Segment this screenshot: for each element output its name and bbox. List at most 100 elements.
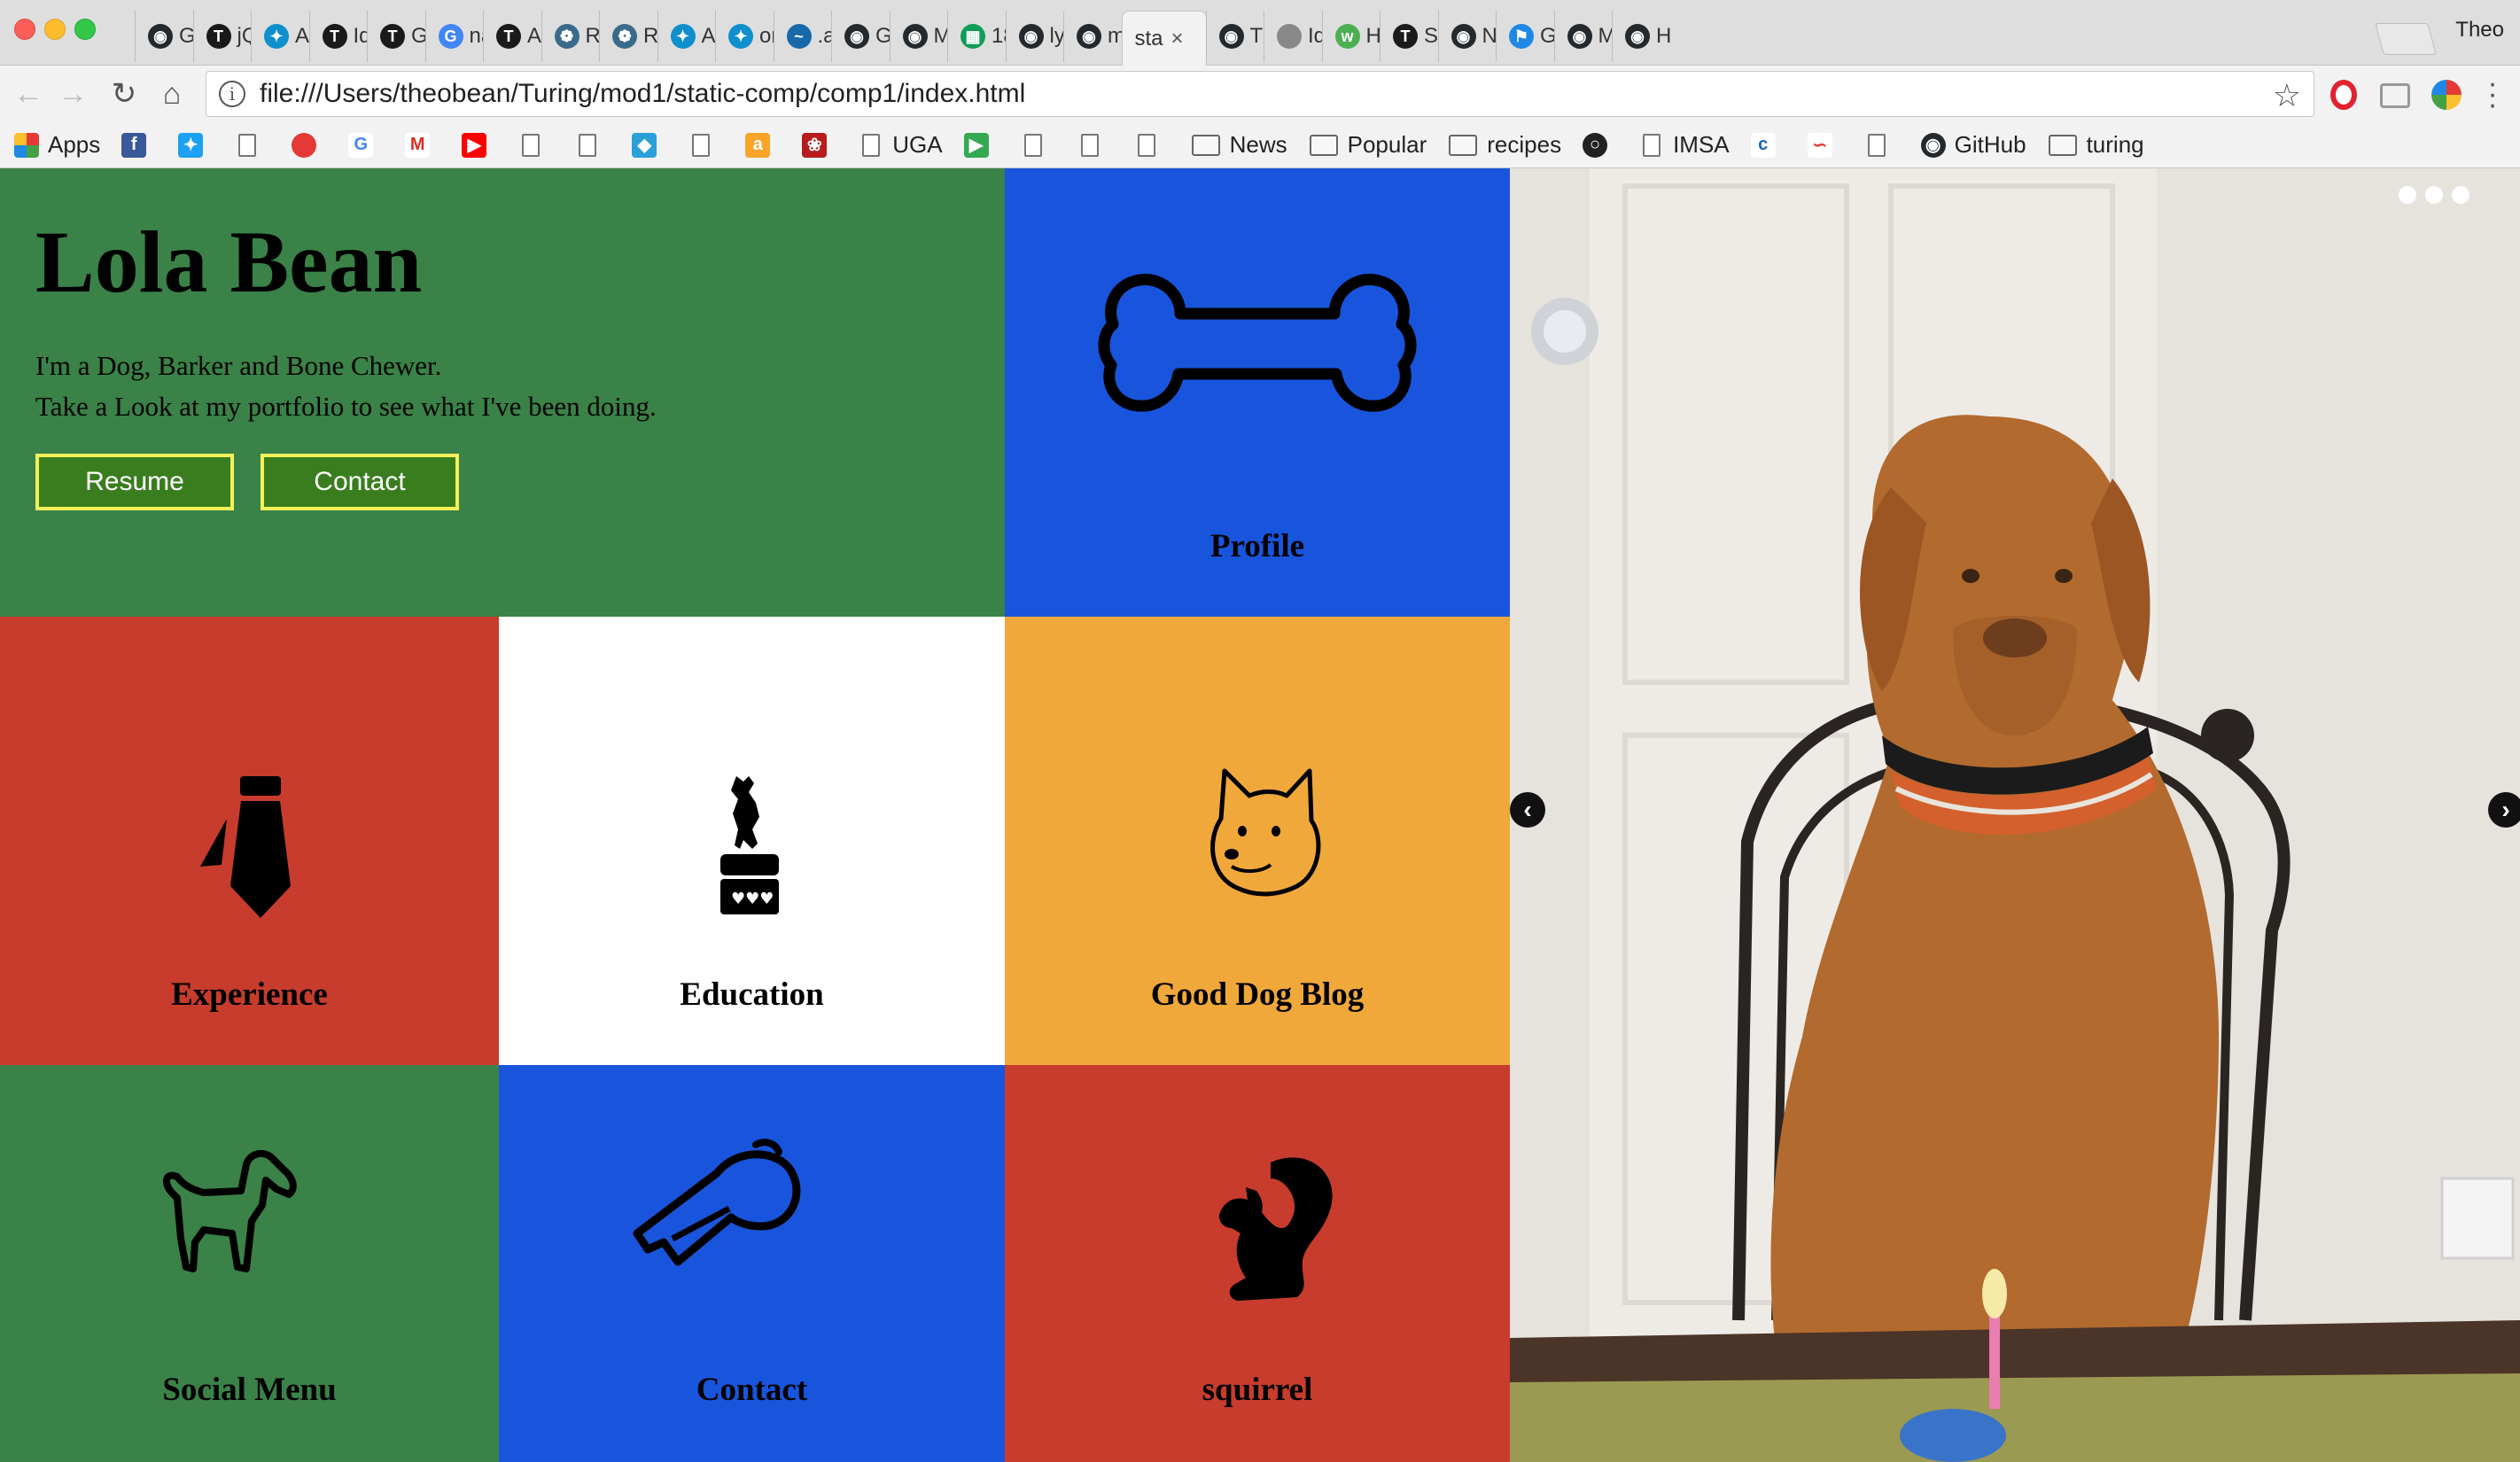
doc-icon	[1277, 24, 1302, 49]
tab[interactable]: ◉m	[1063, 11, 1123, 62]
back-arrow-icon[interactable]: ←	[9, 74, 48, 113]
bookmark-item[interactable]: ▶	[462, 128, 495, 163]
education-tile[interactable]: ♥♥♥ Education	[499, 617, 1005, 1065]
squirrel-tile[interactable]: squirrel	[1005, 1065, 1510, 1462]
bookmark-item[interactable]: ○	[1583, 128, 1616, 163]
color-extension-icon[interactable]	[2431, 80, 2462, 110]
bookmark-item[interactable]: ✦	[178, 128, 212, 163]
bookmark-item[interactable]	[1077, 128, 1111, 163]
tab[interactable]: TjQ	[192, 11, 253, 62]
bookmark-item[interactable]	[292, 128, 325, 163]
google-icon: G	[438, 24, 463, 49]
photo-carousel[interactable]: ‹ ›	[1510, 168, 2520, 1462]
tab-active[interactable]: sta ×	[1121, 11, 1207, 66]
tab[interactable]: TId	[308, 11, 368, 62]
carousel-dot-2[interactable]	[2425, 186, 2443, 204]
profile-name[interactable]: Theo	[2455, 18, 2504, 43]
tab[interactable]: ⚑G	[1496, 11, 1555, 62]
bookmark-label: Apps	[48, 131, 101, 158]
bookmark-item[interactable]: turing	[2048, 128, 2144, 163]
bookmark-item[interactable]: Apps	[14, 128, 100, 163]
tab[interactable]: ◉Gi	[135, 11, 194, 62]
forward-arrow-icon[interactable]: →	[53, 74, 92, 113]
experience-tile[interactable]: Experience	[0, 617, 499, 1065]
opera-extension-icon[interactable]	[2330, 80, 2357, 110]
bookmark-item[interactable]: c	[1750, 128, 1785, 163]
bookmark-item[interactable]: a	[745, 128, 779, 163]
bookmark-item[interactable]	[1864, 128, 1898, 163]
tab[interactable]: Id	[1264, 11, 1323, 62]
bookmark-item[interactable]: UGA	[859, 128, 943, 163]
tab-title: jQ	[237, 24, 253, 48]
tab[interactable]: TAr	[483, 11, 542, 62]
blog-tile[interactable]: Good Dog Blog	[1005, 617, 1510, 1065]
reload-icon[interactable]: ↻	[105, 74, 144, 113]
bookmark-label: IMSA	[1673, 131, 1730, 158]
bookmark-item[interactable]: f	[121, 128, 155, 163]
tab[interactable]: ◉He	[1612, 11, 1671, 62]
tab[interactable]: ✦or	[715, 11, 774, 62]
bookmark-item[interactable]: Popular	[1309, 128, 1427, 163]
bookmark-item[interactable]: M	[405, 128, 439, 163]
tab[interactable]: ◉ ly	[1005, 11, 1064, 62]
new-tab-button[interactable]	[2375, 23, 2437, 55]
bookmark-item[interactable]	[1021, 128, 1054, 163]
window-maximize-button[interactable]	[74, 19, 96, 40]
bookmark-item[interactable]: ◆	[632, 128, 665, 163]
tab[interactable]: TSt	[1380, 11, 1439, 62]
tab-close-icon[interactable]: ×	[1171, 27, 1184, 51]
window-close-button[interactable]	[14, 19, 35, 40]
tab[interactable]: ◉M	[1553, 11, 1613, 62]
tab[interactable]: ▦ 18	[947, 11, 1007, 62]
bookmark-item[interactable]: G	[348, 128, 382, 163]
bookmark-item[interactable]: IMSA	[1639, 128, 1730, 163]
carousel-dot-1[interactable]	[2399, 186, 2416, 204]
carousel-next-arrow-icon[interactable]: ›	[2488, 792, 2520, 828]
bookmark-item[interactable]	[518, 128, 552, 163]
tab[interactable]: ◉Th	[1205, 11, 1264, 62]
folder-icon	[1309, 133, 1339, 158]
tab[interactable]: ◉M	[889, 11, 948, 62]
bookmark-item[interactable]	[235, 128, 268, 163]
resume-button[interactable]: Resume	[35, 454, 234, 510]
bookmark-item[interactable]: News	[1191, 128, 1287, 163]
contact-button[interactable]: Contact	[261, 454, 459, 510]
home-icon[interactable]: ⌂	[152, 74, 191, 113]
url-text[interactable]: file:///Users/theobean/Turing/mod1/stati…	[260, 79, 1025, 109]
social-menu-tile[interactable]: Social Menu	[0, 1065, 499, 1462]
tab[interactable]: ◉Gi	[831, 11, 891, 62]
tab[interactable]: ✦Ar	[251, 11, 310, 62]
bookmark-item[interactable]: ❀	[802, 128, 836, 163]
tab[interactable]: TGi	[367, 11, 426, 62]
tab[interactable]: ❁Re	[541, 11, 600, 62]
tab[interactable]: ~.a	[773, 11, 832, 62]
tab[interactable]: wH	[1321, 11, 1381, 62]
profile-tile[interactable]: Profile	[1005, 168, 1510, 617]
tab-title: H	[1365, 24, 1381, 48]
carousel-dot-3[interactable]	[2452, 186, 2469, 204]
tab-title: Ne	[1482, 24, 1497, 48]
address-bar[interactable]: i file:///Users/theobean/Turing/mod1/sta…	[206, 71, 2314, 117]
contact-tile[interactable]: Contact	[499, 1065, 1005, 1462]
github-icon: ◉	[1077, 24, 1101, 49]
bookmark-item[interactable]: ▶	[963, 128, 998, 163]
browser-menu-icon[interactable]: · · ·	[2479, 68, 2506, 120]
bookmark-item[interactable]	[575, 128, 609, 163]
bookmark-item[interactable]	[1134, 128, 1168, 163]
window-minimize-button[interactable]	[44, 19, 66, 40]
doc-icon	[1639, 133, 1664, 158]
tab[interactable]: ◉Ne	[1437, 11, 1497, 62]
cast-extension-icon[interactable]	[2380, 83, 2410, 108]
tab[interactable]: ✦Ar	[657, 11, 716, 62]
bookmark-item[interactable]: ∽	[1807, 128, 1841, 163]
bookmark-item[interactable]	[688, 128, 722, 163]
bookmark-star-icon[interactable]: ☆	[2273, 77, 2301, 114]
bookmark-item[interactable]: recipes	[1448, 128, 1561, 163]
tab[interactable]: Gna	[424, 11, 484, 62]
folder-icon	[1191, 133, 1221, 158]
tab[interactable]: ❁Re	[599, 11, 658, 62]
carousel-prev-arrow-icon[interactable]: ‹	[1510, 792, 1545, 828]
bookmark-item[interactable]: ◉ GitHub	[1920, 128, 2026, 163]
youtube-icon: ▶	[462, 132, 487, 158]
info-icon[interactable]: i	[219, 81, 245, 107]
